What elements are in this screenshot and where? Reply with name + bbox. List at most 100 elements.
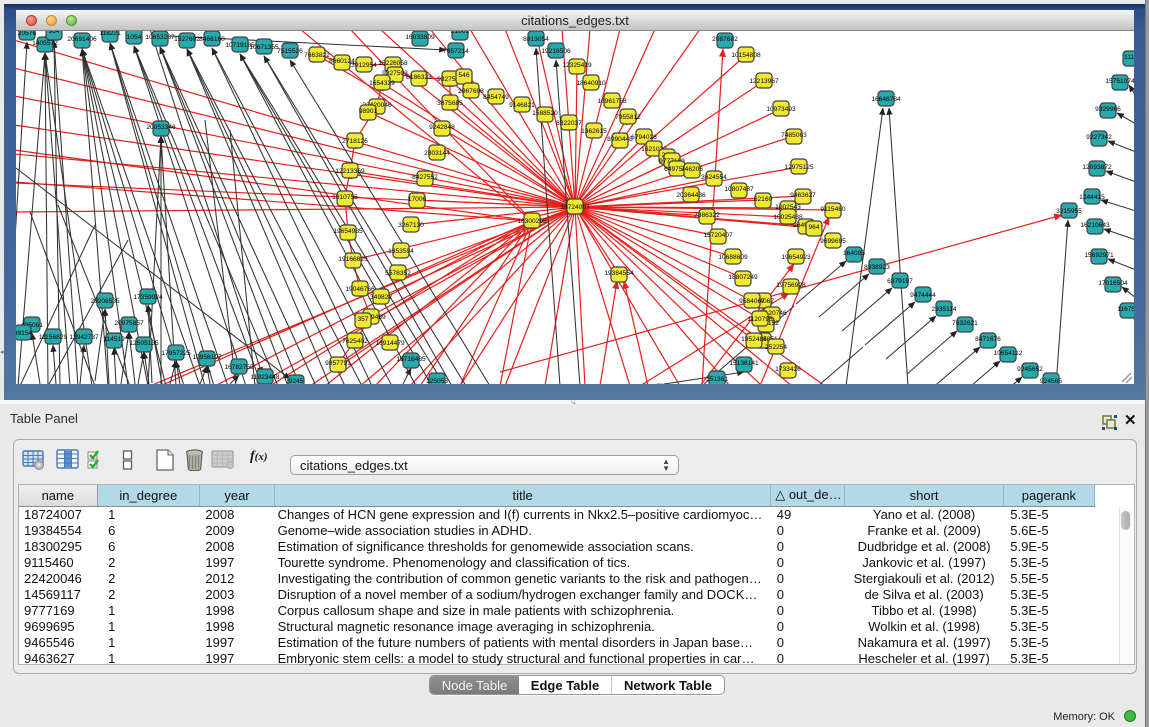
svg-text:8322037: 8322037 <box>556 120 582 127</box>
svg-text:9146821: 9146821 <box>509 102 535 109</box>
svg-text:1362615: 1362615 <box>581 128 607 135</box>
svg-text:9329966: 9329966 <box>1095 106 1121 113</box>
svg-text:10653267: 10653267 <box>145 34 175 41</box>
svg-text:116753: 116753 <box>1117 306 1134 313</box>
svg-text:252254: 252254 <box>765 344 787 351</box>
svg-text:7857214: 7857214 <box>443 48 469 55</box>
svg-text:15720407: 15720407 <box>703 232 733 239</box>
svg-text:11923448: 11923448 <box>251 374 280 381</box>
svg-text:9474444: 9474444 <box>910 292 936 299</box>
svg-text:19218506: 19218506 <box>541 48 571 55</box>
svg-text:1654339: 1654339 <box>369 80 395 87</box>
svg-text:8427552: 8427552 <box>412 174 438 181</box>
svg-text:2967608: 2967608 <box>458 88 484 95</box>
svg-text:18300295: 18300295 <box>517 218 547 225</box>
svg-text:2935114: 2935114 <box>931 306 957 313</box>
svg-text:19756928: 19756928 <box>776 282 806 289</box>
svg-text:164095: 164095 <box>843 250 865 257</box>
svg-text:20364436: 20364436 <box>676 192 706 199</box>
svg-text:8813054: 8813054 <box>523 36 549 43</box>
svg-text:15692971: 15692971 <box>1084 252 1114 259</box>
svg-text:18724007: 18724007 <box>560 204 590 211</box>
svg-text:8471676: 8471676 <box>975 336 1001 343</box>
svg-text:746206: 746206 <box>681 166 703 173</box>
svg-text:15716485: 15716485 <box>396 356 426 363</box>
svg-text:9245: 9245 <box>289 378 304 384</box>
svg-text:7515526: 7515526 <box>277 48 303 55</box>
svg-text:12213967: 12213967 <box>749 78 779 85</box>
svg-text:10807487: 10807487 <box>724 186 754 193</box>
svg-text:17006: 17006 <box>408 196 427 203</box>
svg-text:9245652: 9245652 <box>1017 366 1043 373</box>
svg-text:924565: 924565 <box>1040 378 1062 384</box>
svg-text:1353594: 1353594 <box>388 248 414 255</box>
svg-text:20691406: 20691406 <box>67 36 97 43</box>
svg-text:1527602: 1527602 <box>174 36 200 43</box>
svg-text:964: 964 <box>808 224 819 231</box>
svg-text:19654923: 19654923 <box>781 254 811 261</box>
svg-text:12325419: 12325419 <box>562 62 592 69</box>
svg-text:12505135: 12505135 <box>129 340 159 347</box>
svg-text:9242848: 9242848 <box>429 124 455 131</box>
svg-text:2803144: 2803144 <box>424 150 450 157</box>
svg-text:1405572: 1405572 <box>32 40 58 47</box>
svg-text:10958107: 10958107 <box>192 354 222 361</box>
svg-text:9463627: 9463627 <box>790 192 816 199</box>
svg-text:15751074: 15751074 <box>1105 78 1134 85</box>
svg-text:1112: 1112 <box>1124 54 1134 61</box>
svg-text:7485063: 7485063 <box>781 132 807 139</box>
svg-text:9584067: 9584067 <box>739 298 765 305</box>
svg-text:151361: 151361 <box>706 376 728 383</box>
svg-text:118221: 118221 <box>99 31 121 37</box>
svg-text:9227342: 9227342 <box>1086 134 1112 141</box>
svg-text:12093872: 12093872 <box>1082 164 1112 171</box>
svg-text:17016504: 17016504 <box>1098 280 1128 287</box>
svg-text:10973493: 10973493 <box>766 106 796 113</box>
svg-text:19384554: 19384554 <box>604 270 634 277</box>
svg-text:10154808: 10154808 <box>731 52 761 59</box>
svg-text:1588520: 1588520 <box>532 110 558 117</box>
svg-text:7386322: 7386322 <box>694 212 720 219</box>
svg-text:2087682: 2087682 <box>712 36 738 43</box>
svg-text:8466160: 8466160 <box>199 36 225 43</box>
svg-text:546: 546 <box>458 72 469 79</box>
svg-text:11156829: 11156829 <box>39 334 68 341</box>
svg-text:62160: 62160 <box>754 196 773 203</box>
svg-text:15226058: 15226058 <box>378 60 408 67</box>
svg-text:18807249: 18807249 <box>728 274 758 281</box>
svg-text:1733426: 1733426 <box>775 366 801 373</box>
svg-text:3267130: 3267130 <box>398 222 424 229</box>
svg-text:8990448: 8990448 <box>607 136 633 143</box>
svg-text:17957225: 17957225 <box>161 350 191 357</box>
svg-text:3215955: 3215955 <box>1056 208 1082 215</box>
svg-text:3624554: 3624554 <box>701 174 727 181</box>
svg-text:1244415: 1244415 <box>1079 194 1105 201</box>
svg-text:3875685: 3875685 <box>437 100 463 107</box>
svg-text:2718126: 2718126 <box>342 138 368 145</box>
svg-text:1054: 1054 <box>127 34 142 41</box>
svg-text:1120796: 1120796 <box>747 316 773 323</box>
svg-text:9857791: 9857791 <box>325 360 351 367</box>
svg-text:16648784: 16648784 <box>871 96 901 103</box>
svg-text:21061: 21061 <box>451 31 470 35</box>
svg-text:16033809: 16033809 <box>405 34 435 41</box>
svg-text:20576: 20576 <box>18 31 37 37</box>
svg-text:12213369: 12213369 <box>335 168 365 175</box>
svg-text:12942737: 12942737 <box>69 334 99 341</box>
svg-text:10688609: 10688609 <box>718 254 748 261</box>
svg-text:39154: 39154 <box>16 330 32 337</box>
svg-text:9115460: 9115460 <box>820 206 846 213</box>
svg-text:19046766: 19046766 <box>345 286 375 293</box>
svg-text:9699695: 9699695 <box>820 238 846 245</box>
svg-text:10654112: 10654112 <box>994 350 1023 357</box>
svg-text:5578352: 5578352 <box>385 270 411 277</box>
svg-text:7632621: 7632621 <box>952 320 978 327</box>
svg-text:16782759: 16782759 <box>224 364 254 371</box>
svg-text:8938923: 8938923 <box>864 264 890 271</box>
svg-text:17359924: 17359924 <box>133 294 163 301</box>
svg-text:20975857: 20975857 <box>114 320 144 327</box>
svg-text:357: 357 <box>357 316 368 323</box>
svg-text:6794028: 6794028 <box>631 134 657 141</box>
svg-text:114519: 114519 <box>103 336 125 343</box>
svg-text:7625402: 7625402 <box>342 338 368 345</box>
